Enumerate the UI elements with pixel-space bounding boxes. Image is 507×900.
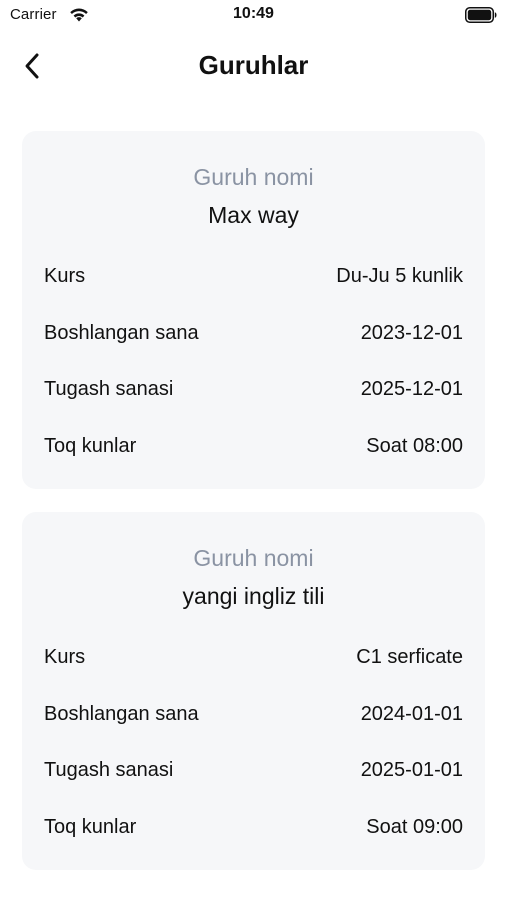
start-date-value: 2023-12-01	[360, 321, 463, 344]
status-time: 10:49	[233, 5, 274, 22]
battery-icon	[465, 7, 497, 23]
group-name: Max way	[208, 202, 299, 228]
group-name-label: Guruh nomi	[193, 545, 314, 571]
end-date-value: 2025-01-01	[360, 758, 463, 781]
start-date-row: Boshlangan sana 2024-01-01	[44, 699, 463, 729]
end-date-label: Tugash sanasi	[44, 758, 174, 781]
course-label: Kurs	[44, 645, 86, 668]
group-name: yangi ingliz tili	[182, 583, 325, 609]
schedule-label: Toq kunlar	[44, 815, 137, 838]
course-row: Kurs C1 serficate	[44, 642, 463, 672]
course-value: Du-Ju 5 kunlik	[336, 264, 463, 287]
end-date-row: Tugash sanasi 2025-12-01	[44, 374, 463, 404]
group-name-label: Guruh nomi	[193, 164, 314, 190]
group-card[interactable]: Guruh nomi yangi ingliz tili Kurs C1 ser…	[22, 512, 485, 870]
end-date-value: 2025-12-01	[360, 377, 463, 400]
start-date-value: 2024-01-01	[360, 702, 463, 725]
status-bar: Carrier 10:49	[0, 0, 507, 32]
schedule-value: Soat 08:00	[366, 434, 463, 457]
page-title: Guruhlar	[198, 50, 309, 80]
course-label: Kurs	[44, 264, 86, 287]
end-date-label: Tugash sanasi	[44, 377, 174, 400]
course-value: C1 serficate	[356, 645, 463, 668]
schedule-row: Toq kunlar Soat 08:00	[44, 431, 463, 461]
schedule-row: Toq kunlar Soat 09:00	[44, 812, 463, 842]
groups-list: Guruh nomi Max way Kurs Du-Ju 5 kunlik B…	[22, 131, 485, 893]
start-date-row: Boshlangan sana 2023-12-01	[44, 318, 463, 348]
group-card[interactable]: Guruh nomi Max way Kurs Du-Ju 5 kunlik B…	[22, 131, 485, 489]
schedule-label: Toq kunlar	[44, 434, 137, 457]
schedule-value: Soat 09:00	[366, 815, 463, 838]
end-date-row: Tugash sanasi 2025-01-01	[44, 755, 463, 785]
nav-header: Guruhlar	[0, 40, 507, 92]
start-date-label: Boshlangan sana	[44, 321, 199, 344]
course-row: Kurs Du-Ju 5 kunlik	[44, 261, 463, 291]
start-date-label: Boshlangan sana	[44, 702, 199, 725]
